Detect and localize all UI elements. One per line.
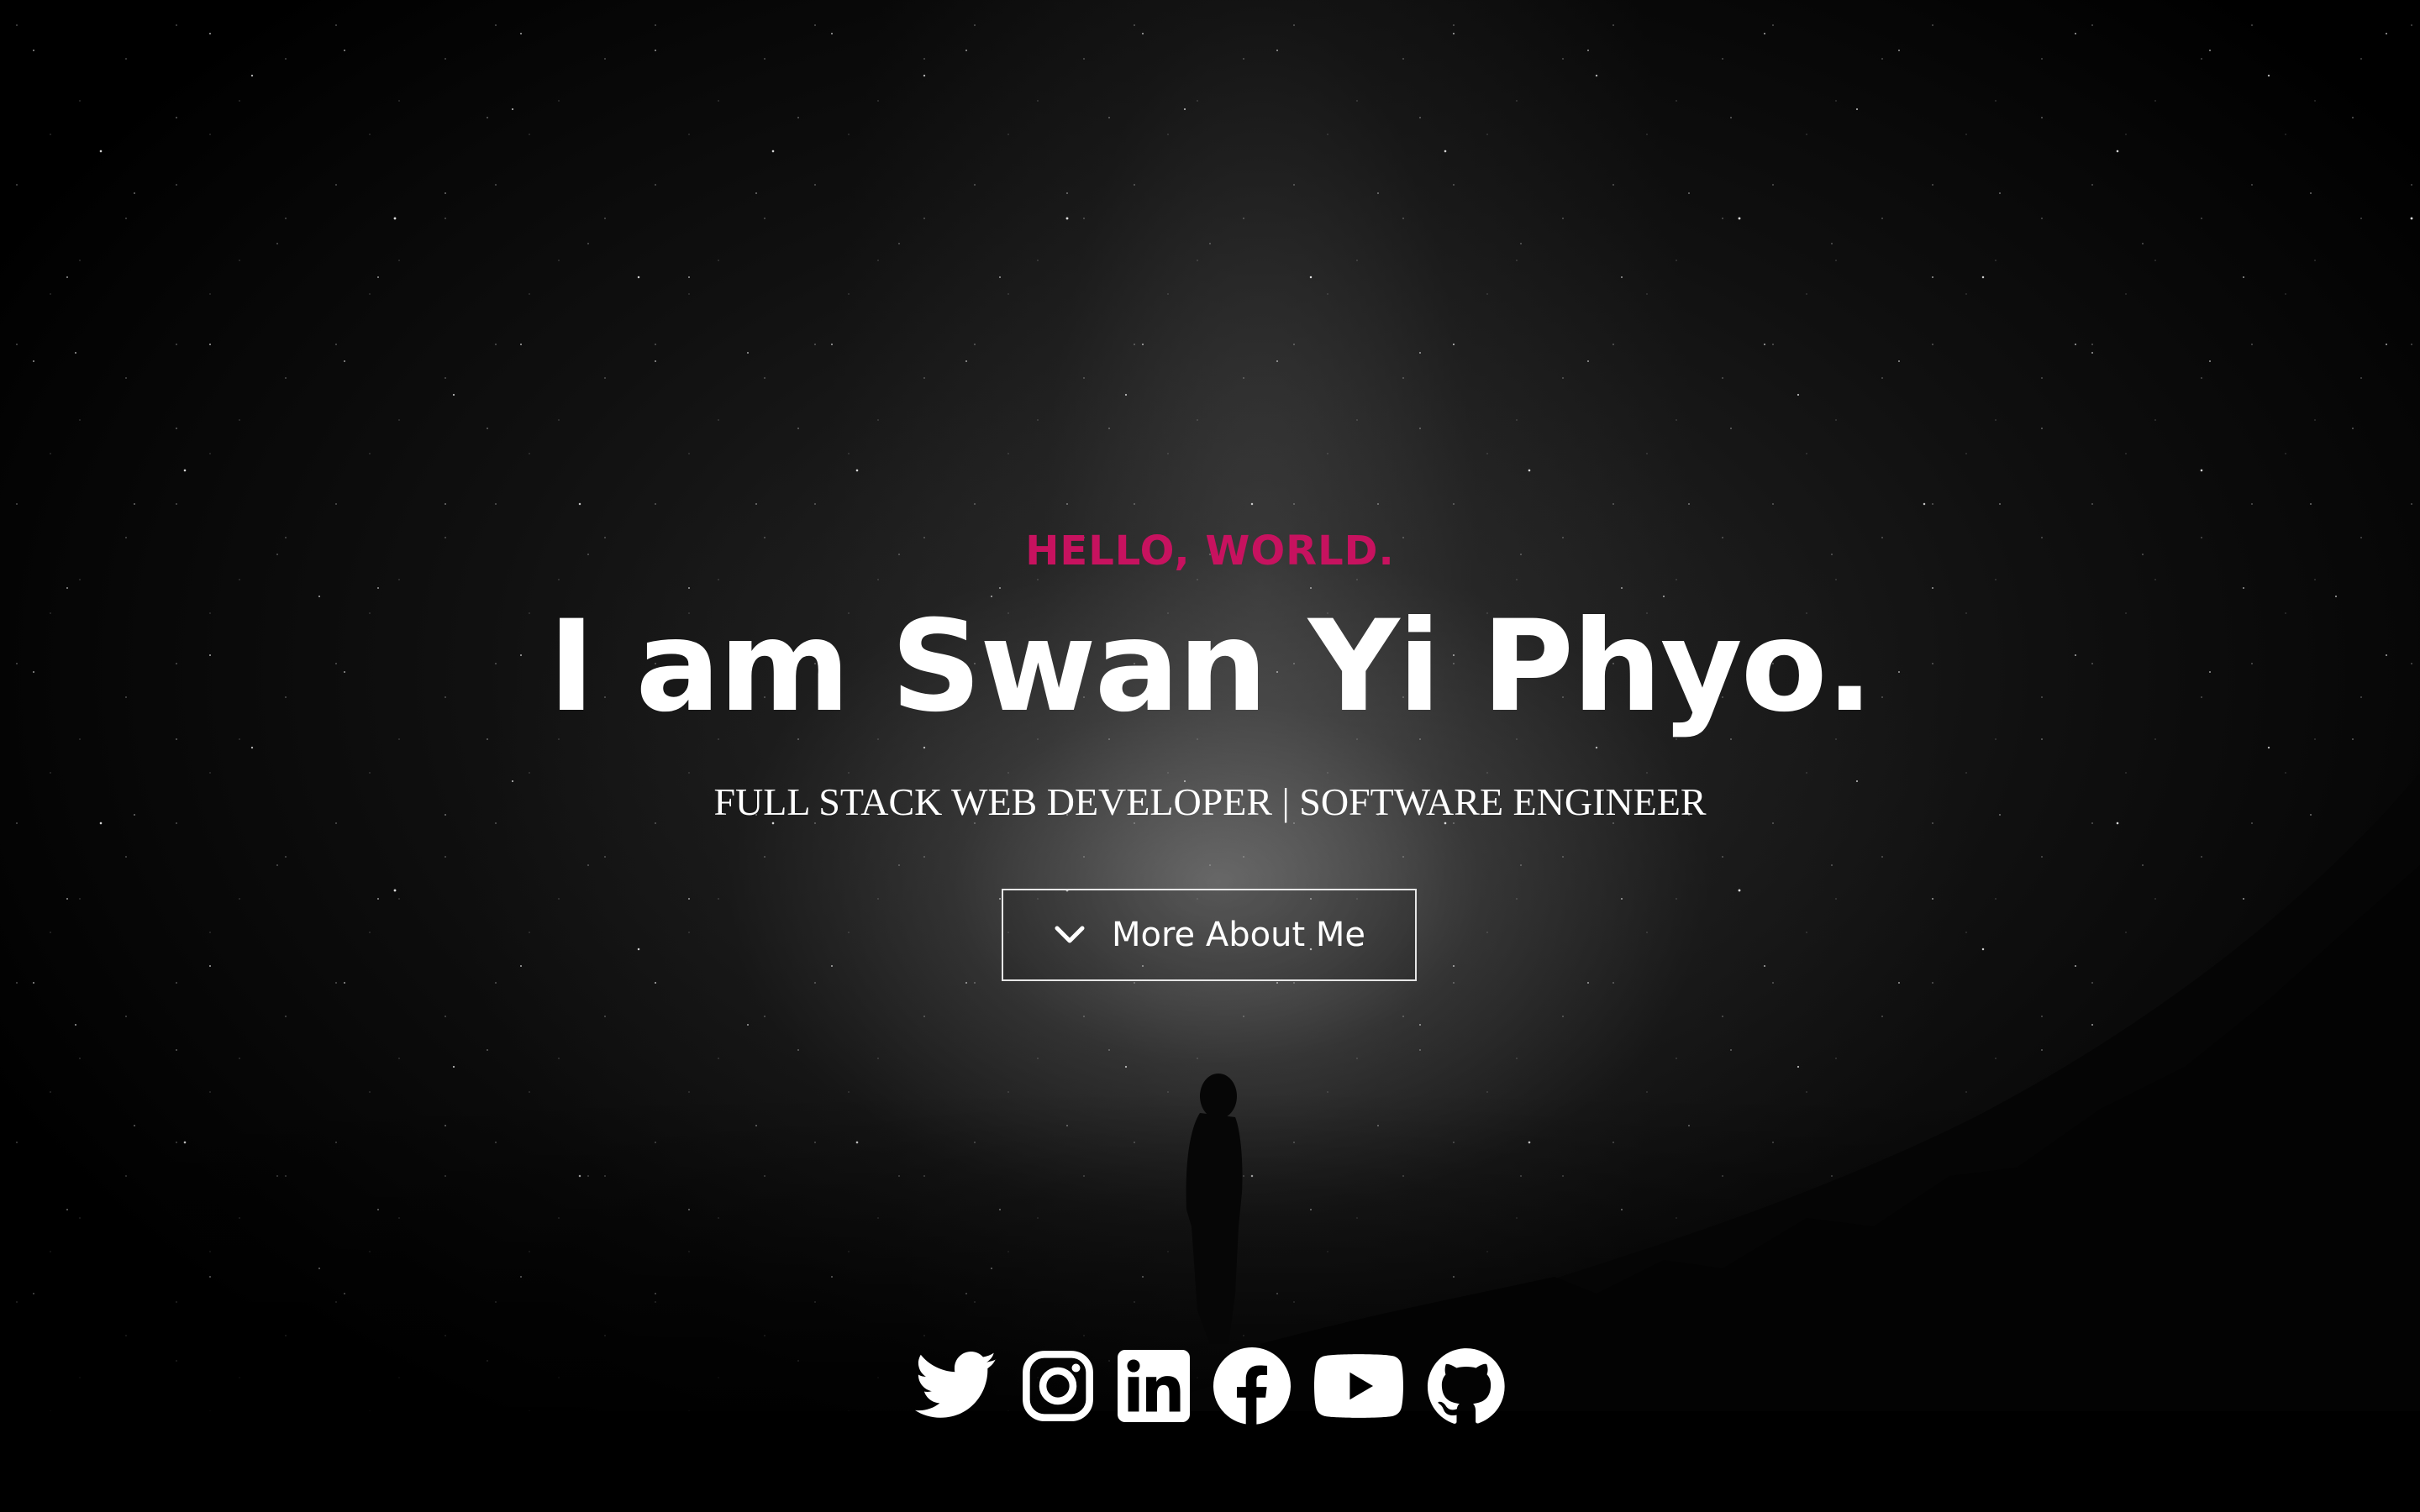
social-links	[0, 1344, 2420, 1428]
linkedin-icon	[1118, 1350, 1190, 1422]
twitter-icon	[914, 1352, 997, 1418]
youtube-link[interactable]	[1314, 1344, 1403, 1428]
facebook-link[interactable]	[1213, 1344, 1291, 1428]
instagram-link[interactable]	[1022, 1344, 1094, 1428]
chevron-down-icon	[1055, 926, 1085, 943]
greeting-text: HELLO, WORLD.	[1025, 528, 1395, 575]
page-title: I am Swan Yi Phyo.	[548, 594, 1873, 740]
github-link[interactable]	[1427, 1344, 1506, 1428]
github-icon	[1428, 1348, 1505, 1424]
more-about-me-button[interactable]: More About Me	[1002, 889, 1417, 981]
more-about-me-label: More About Me	[1112, 916, 1365, 954]
hero-section: HELLO, WORLD. I am Swan Yi Phyo. FULL ST…	[0, 0, 2420, 1512]
hillside-silhouette	[0, 773, 2420, 1512]
twitter-link[interactable]	[914, 1344, 998, 1428]
instagram-icon	[1023, 1351, 1093, 1421]
job-title: FULL STACK WEB DEVELOPER | SOFTWARE ENGI…	[713, 780, 1707, 823]
facebook-icon	[1213, 1347, 1291, 1425]
linkedin-link[interactable]	[1118, 1344, 1190, 1428]
youtube-icon	[1314, 1354, 1403, 1418]
